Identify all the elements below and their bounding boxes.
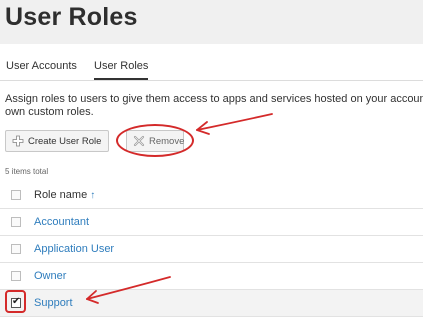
create-user-role-label: Create User Role [28, 135, 102, 147]
table-row: Application User [0, 236, 423, 263]
sort-ascending-icon: ↑ [90, 190, 96, 201]
intro-text: Assign roles to users to give them acces… [5, 93, 423, 119]
select-all-checkbox[interactable] [11, 190, 21, 200]
table-row: Accountant [0, 209, 423, 236]
row-checkbox[interactable] [11, 244, 21, 254]
checkbox-highlight-box [5, 290, 26, 313]
item-count: 5 items total [5, 167, 49, 176]
page-title: User Roles [5, 3, 138, 31]
create-user-role-button[interactable]: Create User Role [5, 130, 109, 152]
row-checkbox[interactable] [11, 217, 21, 227]
column-header-role-name[interactable]: Role name ↑ [34, 189, 95, 201]
tab-bar: User Accounts User Roles [0, 54, 423, 81]
table-header-row: Role name ↑ [0, 182, 423, 209]
page-header: User Roles [0, 0, 423, 44]
intro-line-2: own custom roles. [5, 106, 94, 118]
plus-icon [12, 135, 24, 147]
column-header-label: Role name [34, 189, 88, 201]
tab-user-roles[interactable]: User Roles [94, 60, 149, 80]
remove-highlight-circle [116, 124, 194, 157]
row-checkbox[interactable] [11, 271, 21, 281]
table-row: Support [0, 290, 423, 317]
role-name-link[interactable]: Application User [34, 243, 114, 255]
table-row: Owner [0, 263, 423, 290]
intro-line-1: Assign roles to users to give them acces… [5, 93, 423, 105]
role-name-link[interactable]: Accountant [34, 216, 89, 228]
role-name-link[interactable]: Support [34, 297, 73, 309]
tab-user-accounts[interactable]: User Accounts [6, 60, 77, 78]
role-name-link[interactable]: Owner [34, 270, 66, 282]
